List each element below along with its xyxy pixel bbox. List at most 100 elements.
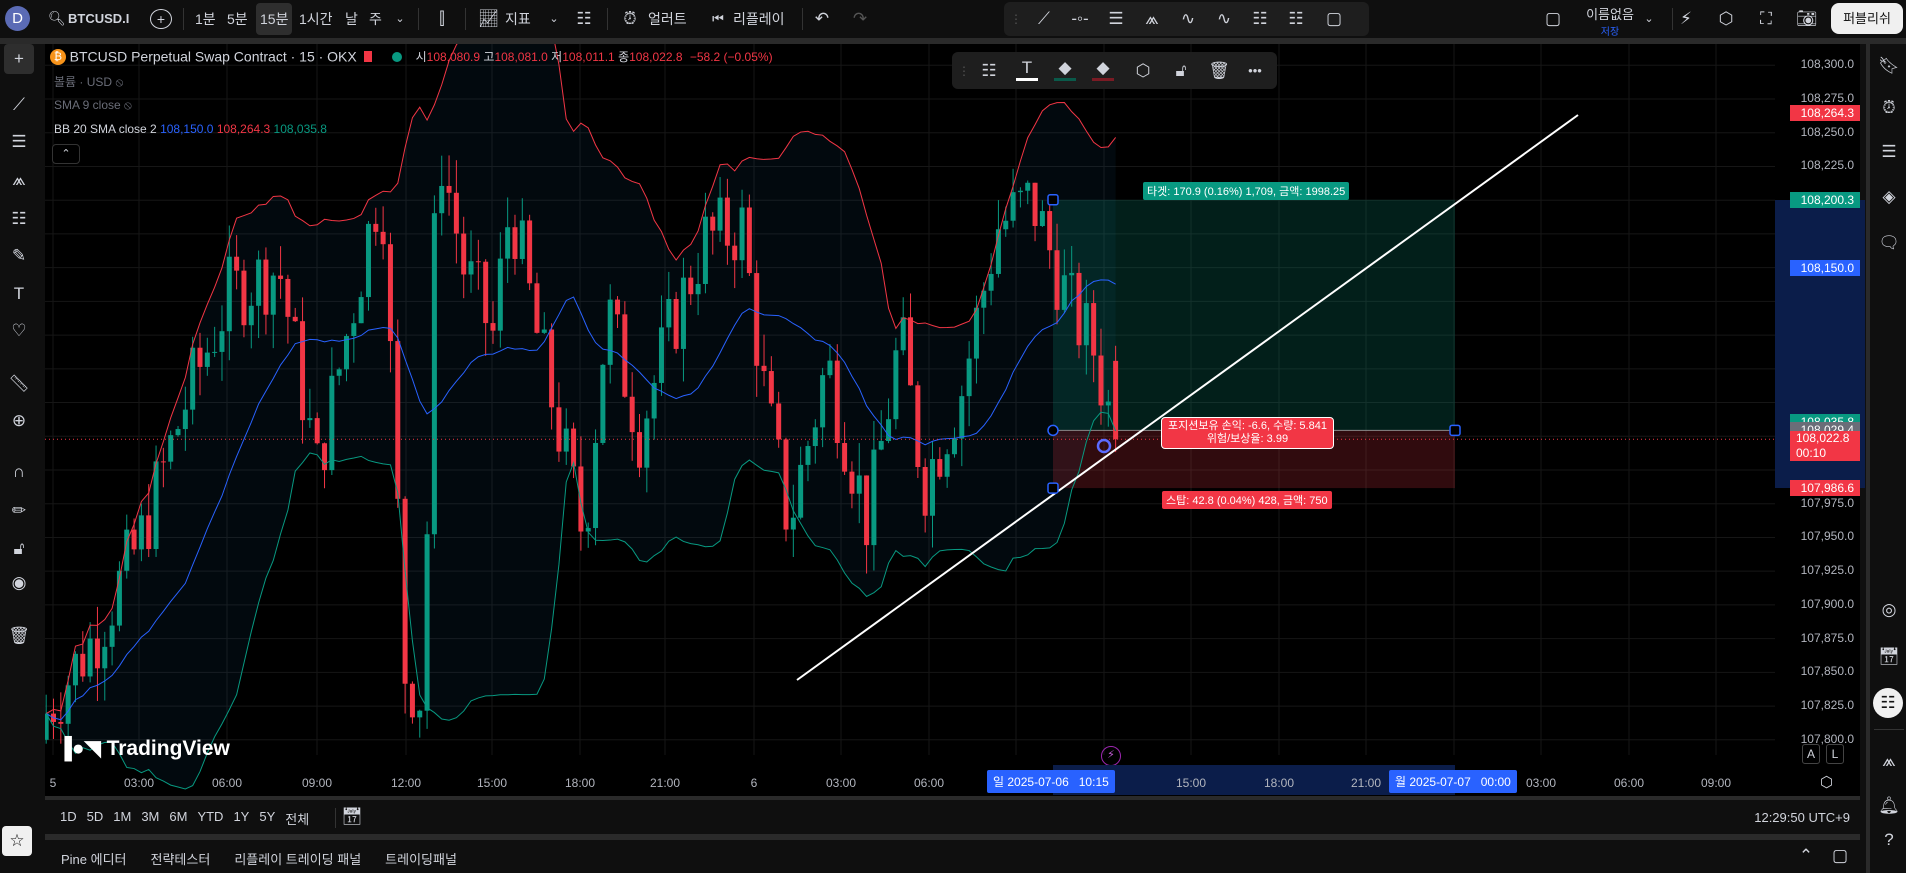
fib-retracement-icon[interactable]: ☰ (1104, 9, 1128, 29)
lock-icon[interactable]: 🔓︎ (1170, 61, 1192, 81)
pattern-icon[interactable]: ⩕ (1140, 9, 1164, 29)
price-chart[interactable] (45, 44, 1860, 796)
panel-tab[interactable]: 전략테스터 (151, 849, 211, 868)
horizontal-ray-icon[interactable]: -◦- (1068, 9, 1092, 29)
object-tree-icon[interactable]: ☰ (1874, 142, 1904, 162)
alerts-clock-icon[interactable]: ⏰︎ (1874, 98, 1904, 118)
star-icon[interactable]: ☆ (2, 826, 32, 856)
watchlist-icon[interactable]: 🔖︎ (1874, 56, 1904, 76)
trash-icon[interactable]: 🗑︎ (4, 626, 34, 646)
fill-green-icon[interactable]: ◆ (1054, 58, 1076, 81)
range-button-3m[interactable]: 3M (141, 809, 159, 828)
sma-legend[interactable]: SMA 9 close ⦸ (54, 98, 132, 113)
calendar-icon[interactable]: 📅︎ (1874, 647, 1904, 667)
heart-icon[interactable]: ♡ (4, 321, 34, 341)
long-position-icon[interactable]: ☷ (1248, 9, 1272, 29)
log-scale-button[interactable]: L (1826, 744, 1844, 764)
alarm-clock-icon[interactable]: ⏰︎ (620, 9, 640, 29)
short-position-icon[interactable]: ☷ (1284, 9, 1308, 29)
rectangle-icon[interactable]: ▢ (1322, 9, 1346, 29)
hidden-eye-icon[interactable]: ⦸ (124, 98, 132, 112)
text-color-icon[interactable]: T (1016, 58, 1038, 81)
hidden-eye-icon[interactable]: ⦸ (115, 75, 123, 89)
trend-line-icon[interactable]: ⟋ (1032, 9, 1056, 29)
apps-grid-icon[interactable]: ☷ (1873, 688, 1903, 718)
chevron-down-icon[interactable]: ⌄ (393, 9, 407, 29)
help-icon[interactable]: ? (1874, 830, 1904, 850)
lock-pencil-icon[interactable]: ✏ (4, 501, 34, 521)
interval-5m[interactable]: 5분 (227, 8, 248, 30)
brush-icon[interactable]: ✎ (4, 246, 34, 266)
panel-tab[interactable]: 리플레이 트레이딩 패널 (234, 849, 361, 868)
goto-date-icon[interactable]: 📅︎ (341, 807, 363, 827)
forecast-icon[interactable]: ☷ (4, 209, 34, 229)
fullscreen-icon[interactable]: ⛶ (1756, 9, 1776, 29)
undo-icon[interactable]: ↶ (812, 9, 832, 29)
indicators-icon[interactable]: 📈︎ (478, 9, 500, 29)
ruler-icon[interactable]: 📏︎ (4, 374, 34, 394)
interval-day[interactable]: 날 (345, 8, 358, 30)
symbol-search[interactable]: BTCUSD.I (68, 8, 129, 30)
eye-icon[interactable]: ◉ (4, 573, 34, 593)
quick-search-icon[interactable]: ⚡︎ (1676, 9, 1696, 29)
symbol-title[interactable]: BTCUSD Perpetual Swap Contract · 15 · OK… (70, 49, 357, 65)
clock-timezone[interactable]: 12:29:50 UTC+9 (1754, 810, 1850, 825)
text-icon[interactable]: T (4, 284, 34, 304)
layers-icon[interactable]: ◈ (1874, 187, 1904, 207)
panel-tab[interactable]: Pine 에디터 (61, 849, 127, 868)
panel-tab[interactable]: 트레이딩패널 (385, 849, 457, 868)
collapse-legend-button[interactable]: ⌃ (52, 144, 80, 164)
range-button-1d[interactable]: 1D (60, 809, 77, 828)
range-button-5d[interactable]: 5D (87, 809, 104, 828)
replay-icon[interactable]: ⏮︎ (708, 9, 728, 29)
settings-icon[interactable]: ⬡ (1132, 61, 1154, 81)
replay-button[interactable]: 리플레이 (733, 8, 785, 30)
layouts-grid-icon[interactable]: ☷ (574, 9, 594, 29)
volume-legend[interactable]: 볼륨 · USD ⦸ (54, 73, 123, 90)
camera-icon[interactable]: 📷︎ (1796, 9, 1818, 29)
range-button-1m[interactable]: 1M (113, 809, 131, 828)
interval-15m[interactable]: 15분 (256, 3, 293, 35)
redo-icon[interactable]: ↷ (850, 9, 870, 29)
tradingview-logo[interactable]: ▐●◥ TradingView (57, 736, 230, 761)
magnet-icon[interactable]: ∩ (4, 462, 34, 482)
pattern-icon[interactable]: ⩕ (4, 170, 34, 190)
trash-icon[interactable]: 🗑︎ (1208, 61, 1230, 81)
flag-icon[interactable] (364, 51, 373, 63)
publish-button[interactable]: 퍼블리쉬 (1831, 3, 1903, 34)
chevron-down-icon[interactable]: ⌄ (1642, 9, 1656, 29)
interval-week[interactable]: 주 (369, 8, 382, 30)
trend-line-icon[interactable]: ⟋ (4, 95, 34, 115)
auto-scale-button[interactable]: A (1802, 744, 1820, 764)
chevron-up-icon[interactable]: ⌃ (1796, 846, 1816, 866)
zoom-in-icon[interactable]: ⊕ (4, 411, 34, 431)
chart-pane[interactable] (45, 44, 1860, 796)
user-avatar[interactable]: D (5, 6, 30, 31)
lock-icon[interactable]: 🔓︎ (4, 539, 34, 559)
interval-1h[interactable]: 1시간 (299, 8, 333, 30)
compare-add-icon[interactable]: + (150, 9, 172, 29)
maximize-panel-icon[interactable]: ▢ (1830, 846, 1850, 866)
drag-handle-icon[interactable]: ⋮ (1010, 9, 1022, 29)
interval-1m[interactable]: 1분 (195, 8, 216, 30)
template-icon[interactable]: ☷ (978, 61, 1000, 81)
bb-legend[interactable]: BB 20 SMA close 2 108,150.0 108,264.3 10… (54, 122, 327, 136)
crosshair-icon[interactable]: + (4, 44, 34, 74)
stop-label[interactable]: 스탑: 42.8 (0.04%) 428, 금액: 750 (1162, 491, 1332, 509)
notifications-bell-icon[interactable]: 🔔︎ (1874, 796, 1904, 816)
abcd-pattern-icon[interactable]: ∿ (1212, 9, 1236, 29)
elliott-wave-icon[interactable]: ∿ (1176, 9, 1200, 29)
broadcast-icon[interactable]: ⩕ (1874, 751, 1904, 771)
lightning-icon[interactable]: ⚡︎ (1101, 746, 1121, 766)
position-pnl-label[interactable]: 포지션보유 손익: -6.6, 수량: 5.841 위험/보상율: 3.99 (1161, 417, 1334, 449)
time-axis-settings-icon[interactable]: ⬡ (1820, 773, 1833, 791)
range-button-1y[interactable]: 1Y (233, 809, 249, 828)
chat-icon[interactable]: 🗨︎ (1874, 233, 1904, 253)
fib-icon[interactable]: ☰ (4, 132, 34, 152)
indicators-button[interactable]: 지표 (505, 8, 531, 30)
range-button-5y[interactable]: 5Y (259, 809, 275, 828)
more-icon[interactable]: ••• (1244, 61, 1266, 81)
candles-icon[interactable]: ⫿ (432, 9, 452, 29)
drag-handle-icon[interactable]: ⋮ (958, 61, 970, 81)
range-button-ytd[interactable]: YTD (197, 809, 223, 828)
